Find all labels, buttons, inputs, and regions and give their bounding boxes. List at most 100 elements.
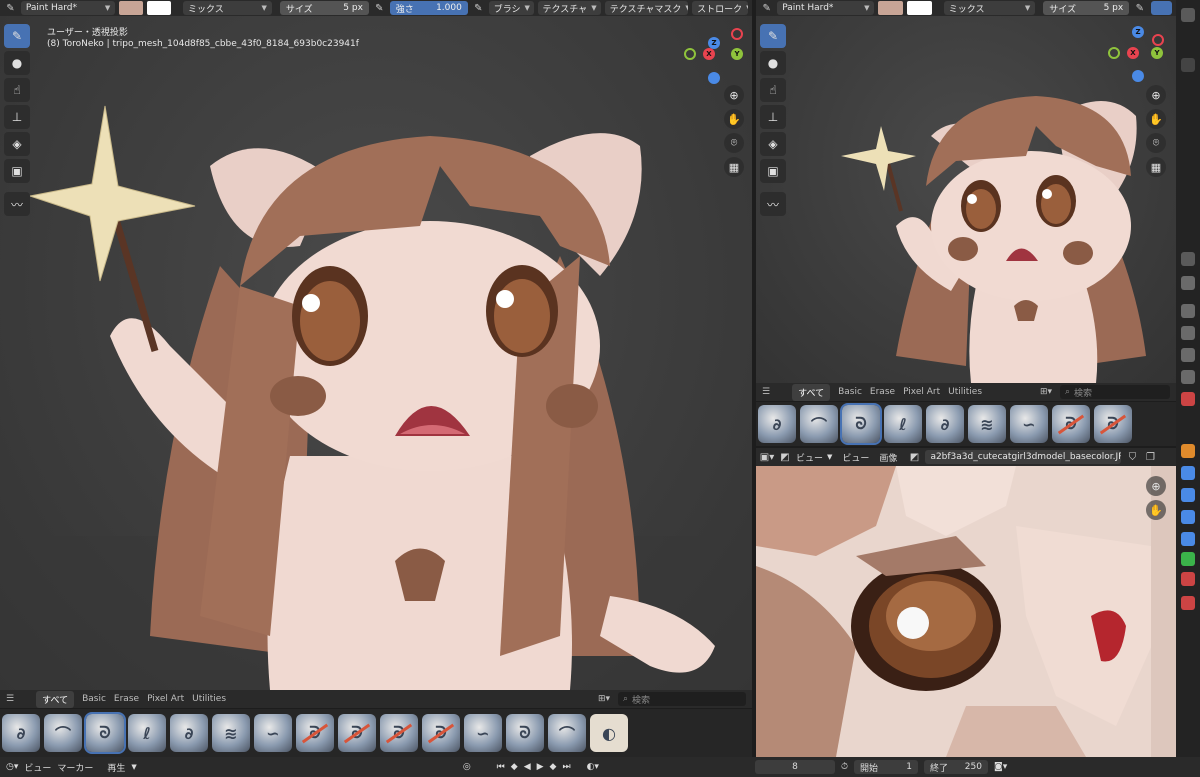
pan-hand-icon[interactable]: ✋ (1146, 109, 1166, 129)
clone-tool[interactable]: ⊥ (760, 105, 786, 129)
clone-tool[interactable]: ⊥ (4, 105, 30, 129)
brush-select[interactable]: Paint Hard* ▼ (20, 1, 116, 15)
brush-thumbnail[interactable]: ∂ (926, 405, 964, 443)
object-icon[interactable] (1181, 444, 1195, 458)
viewport-left[interactable]: ユーザー・透視投影 (8) ToroNeko | tripo_mesh_104d… (0, 16, 752, 690)
fill-tool[interactable]: ◈ (4, 132, 30, 156)
brush-thumbnail[interactable]: ⌒ (800, 405, 838, 443)
display-mode-icon[interactable]: ⊞▾ (1040, 387, 1052, 397)
camera-icon[interactable]: ⌾ (1146, 133, 1166, 153)
draw-tool[interactable]: ✎ (760, 24, 786, 48)
brush-thumbnail[interactable]: ∽ (254, 714, 292, 752)
pan-hand-icon[interactable]: ✋ (1146, 500, 1166, 520)
annotate-tool[interactable]: 〰 (760, 192, 786, 216)
tab-all[interactable]: すべて (36, 690, 75, 708)
image-editor-canvas[interactable]: ⊕ ✋ (756, 466, 1176, 757)
menu-image[interactable]: 画像 (879, 451, 897, 464)
brush-thumbnail[interactable]: ∽ (464, 714, 502, 752)
primary-color-swatch[interactable] (119, 1, 144, 15)
brush-menu[interactable]: ブラシ ▼ (488, 1, 534, 15)
jump-end-icon[interactable]: ⏭ (562, 762, 570, 772)
current-frame-field[interactable]: 8 (754, 760, 835, 774)
clock-icon[interactable]: ◷▾ (6, 762, 18, 772)
blur-tool[interactable]: ● (4, 51, 30, 75)
menu-view[interactable]: ビュー (24, 761, 51, 774)
brush-thumbnail[interactable]: ℓ (128, 714, 166, 752)
brush-thumbnail[interactable]: ⌒ (548, 714, 586, 752)
data-icon[interactable] (1181, 552, 1195, 566)
menu-marker[interactable]: マーカー (57, 761, 93, 774)
gizmo-neg-x-axis[interactable] (731, 28, 743, 40)
blur-tool[interactable]: ● (760, 51, 786, 75)
gizmo-y-axis[interactable]: Y (731, 48, 743, 60)
output-icon[interactable] (1181, 326, 1195, 340)
texture-icon[interactable] (1181, 596, 1195, 610)
grid-view-icon[interactable]: ▦ (724, 157, 744, 177)
scene-icon[interactable] (1181, 370, 1195, 384)
zoom-icon[interactable]: ⊕ (1146, 85, 1166, 105)
gizmo-x-axis[interactable]: X (1127, 47, 1139, 59)
primary-color-swatch[interactable] (878, 1, 904, 15)
brush-thumbnail[interactable]: ∂ (170, 714, 208, 752)
tab-basic[interactable]: Basic (838, 387, 862, 397)
tab-all[interactable]: すべて (792, 383, 831, 401)
menu-icon[interactable]: ☰ (762, 387, 770, 397)
mask-tool[interactable]: ▣ (4, 159, 30, 183)
play-reverse-icon[interactable]: ◀ (524, 762, 531, 772)
tab-utilities[interactable]: Utilities (192, 694, 226, 704)
record-icon[interactable]: ◎ (463, 762, 471, 772)
tab-pixel-art[interactable]: Pixel Art (147, 694, 184, 704)
brush-thumbnail[interactable]: ᘐ (84, 712, 126, 754)
keying-icon[interactable]: ◐▾ (587, 762, 599, 772)
constraints-icon[interactable] (1181, 532, 1195, 546)
size-field[interactable]: サイズ 5 px (279, 1, 369, 15)
brush-thumbnail[interactable]: ⌒ (44, 714, 82, 752)
shield-icon[interactable]: ⛉ (1125, 450, 1139, 464)
image-icon[interactable]: ◩ (778, 450, 792, 464)
view-layer-icon[interactable] (1181, 348, 1195, 362)
editor-type-icon[interactable]: ▣▾ (760, 450, 774, 464)
secondary-color-swatch[interactable] (907, 1, 932, 15)
blend-mode-select[interactable]: ミックス ▼ (182, 1, 272, 15)
pan-hand-icon[interactable]: ✋ (724, 109, 744, 129)
blend-mode-select[interactable]: ミックス ▼ (943, 1, 1036, 15)
brush-search-input[interactable]: ⌕ 検索 (618, 692, 746, 706)
image-browse-icon[interactable]: ◩ (907, 450, 921, 464)
gizmo-neg-y-axis[interactable] (684, 48, 696, 60)
pen-pressure-icon[interactable]: ✎ (373, 1, 386, 15)
gizmo-neg-y-axis[interactable] (1108, 47, 1120, 59)
texture-menu[interactable]: テクスチャ ▼ (537, 1, 601, 15)
brush-thumbnail[interactable]: ∂ (2, 714, 40, 752)
brush-thumbnail[interactable]: ℓ (884, 405, 922, 443)
tab-pixel-art[interactable]: Pixel Art (903, 387, 940, 397)
gizmo-y-axis[interactable]: Y (1151, 47, 1163, 59)
brush-thumbnail[interactable]: ᘐ (338, 714, 376, 752)
next-keyframe-icon[interactable]: ◆ (550, 762, 557, 772)
brush-thumbnail[interactable]: ᘐ (1094, 405, 1132, 443)
material-icon[interactable] (1181, 572, 1195, 586)
gizmo-neg-z-axis[interactable] (708, 72, 720, 84)
tab-erase[interactable]: Erase (114, 694, 139, 704)
gizmo-x-axis[interactable]: X (703, 48, 715, 60)
tab-basic[interactable]: Basic (82, 694, 106, 704)
pen-pressure-icon[interactable]: ✎ (1133, 1, 1146, 15)
brush-thumbnail[interactable]: ᘐ (1052, 405, 1090, 443)
properties-icon[interactable] (1181, 252, 1195, 266)
tool-settings-icon[interactable] (1181, 8, 1195, 22)
brush-thumbnail[interactable]: ◐ (590, 714, 628, 752)
end-frame-field[interactable]: 終了 250 (923, 760, 988, 774)
strength-pressure-icon[interactable]: ✎ (472, 1, 485, 15)
brush-thumbnail[interactable]: ᘐ (380, 714, 418, 752)
world-icon[interactable] (1181, 392, 1195, 406)
size-field[interactable]: サイズ 5 px (1043, 1, 1130, 15)
smear-tool[interactable]: ☝ (4, 78, 30, 102)
menu-icon[interactable]: ☰ (6, 694, 14, 704)
viewport-right[interactable]: ✎ ● ☝ ⊥ ◈ ▣ 〰 Z X Y ⊕ ✋ ⌾ ▦ (756, 16, 1176, 383)
smear-tool[interactable]: ☝ (760, 78, 786, 102)
brush-thumbnail[interactable]: ∽ (1010, 405, 1048, 443)
brush-thumbnail[interactable]: ∂ (758, 405, 796, 443)
tool-icon[interactable] (1181, 276, 1195, 290)
fill-tool[interactable]: ◈ (760, 132, 786, 156)
tab-utilities[interactable]: Utilities (948, 387, 982, 397)
grid-view-icon[interactable]: ▦ (1146, 157, 1166, 177)
